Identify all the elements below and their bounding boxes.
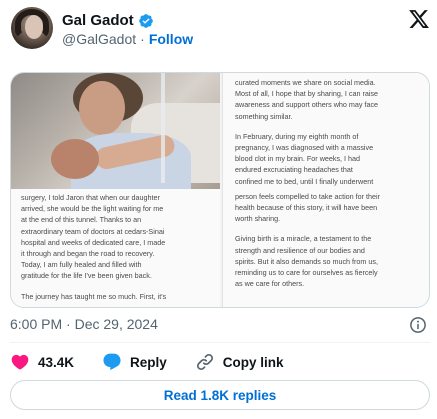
statement-text-right: curated moments we share on social media… xyxy=(235,78,381,289)
reply-bubble-icon xyxy=(103,353,121,371)
separator: · xyxy=(66,316,71,332)
read-replies-button[interactable]: Read 1.8K replies xyxy=(10,380,430,410)
reply-button[interactable]: Reply xyxy=(102,352,167,372)
verified-badge-icon xyxy=(138,13,153,28)
handle[interactable]: @GalGadot xyxy=(62,31,136,47)
like-count: 43.4K xyxy=(38,354,75,370)
media-image-left[interactable]: surgery, I told Jaron that when our daug… xyxy=(11,73,220,307)
tweet-actions: 43.4K Reply Copy link xyxy=(10,351,312,373)
display-name[interactable]: Gal Gadot xyxy=(62,12,134,29)
like-button[interactable]: 43.4K xyxy=(10,352,74,372)
handle-row: @GalGadot · Follow xyxy=(62,31,193,47)
date: Dec 29, 2024 xyxy=(74,316,158,332)
tweet-timestamp[interactable]: 6:00 PM · Dec 29, 2024 xyxy=(10,316,158,332)
x-logo-icon[interactable] xyxy=(408,8,430,30)
hospital-photo xyxy=(11,73,220,189)
divider xyxy=(10,342,430,343)
info-icon[interactable] xyxy=(409,316,427,334)
separator: · xyxy=(140,31,145,47)
time: 6:00 PM xyxy=(10,316,63,332)
follow-button[interactable]: Follow xyxy=(149,31,193,47)
link-icon xyxy=(196,353,213,371)
tweet-header: Gal Gadot @GalGadot · Follow xyxy=(10,6,430,52)
avatar[interactable] xyxy=(11,7,53,49)
reply-label: Reply xyxy=(130,354,167,370)
tweet-media[interactable]: surgery, I told Jaron that when our daug… xyxy=(10,72,430,308)
media-image-right[interactable]: curated moments we share on social media… xyxy=(222,73,429,307)
heart-icon xyxy=(11,354,29,370)
copy-link-label: Copy link xyxy=(222,354,284,370)
statement-text-left: surgery, I told Jaron that when our daug… xyxy=(21,193,167,301)
author-name-row: Gal Gadot xyxy=(62,12,154,29)
copy-link-button[interactable]: Copy link xyxy=(195,352,284,372)
